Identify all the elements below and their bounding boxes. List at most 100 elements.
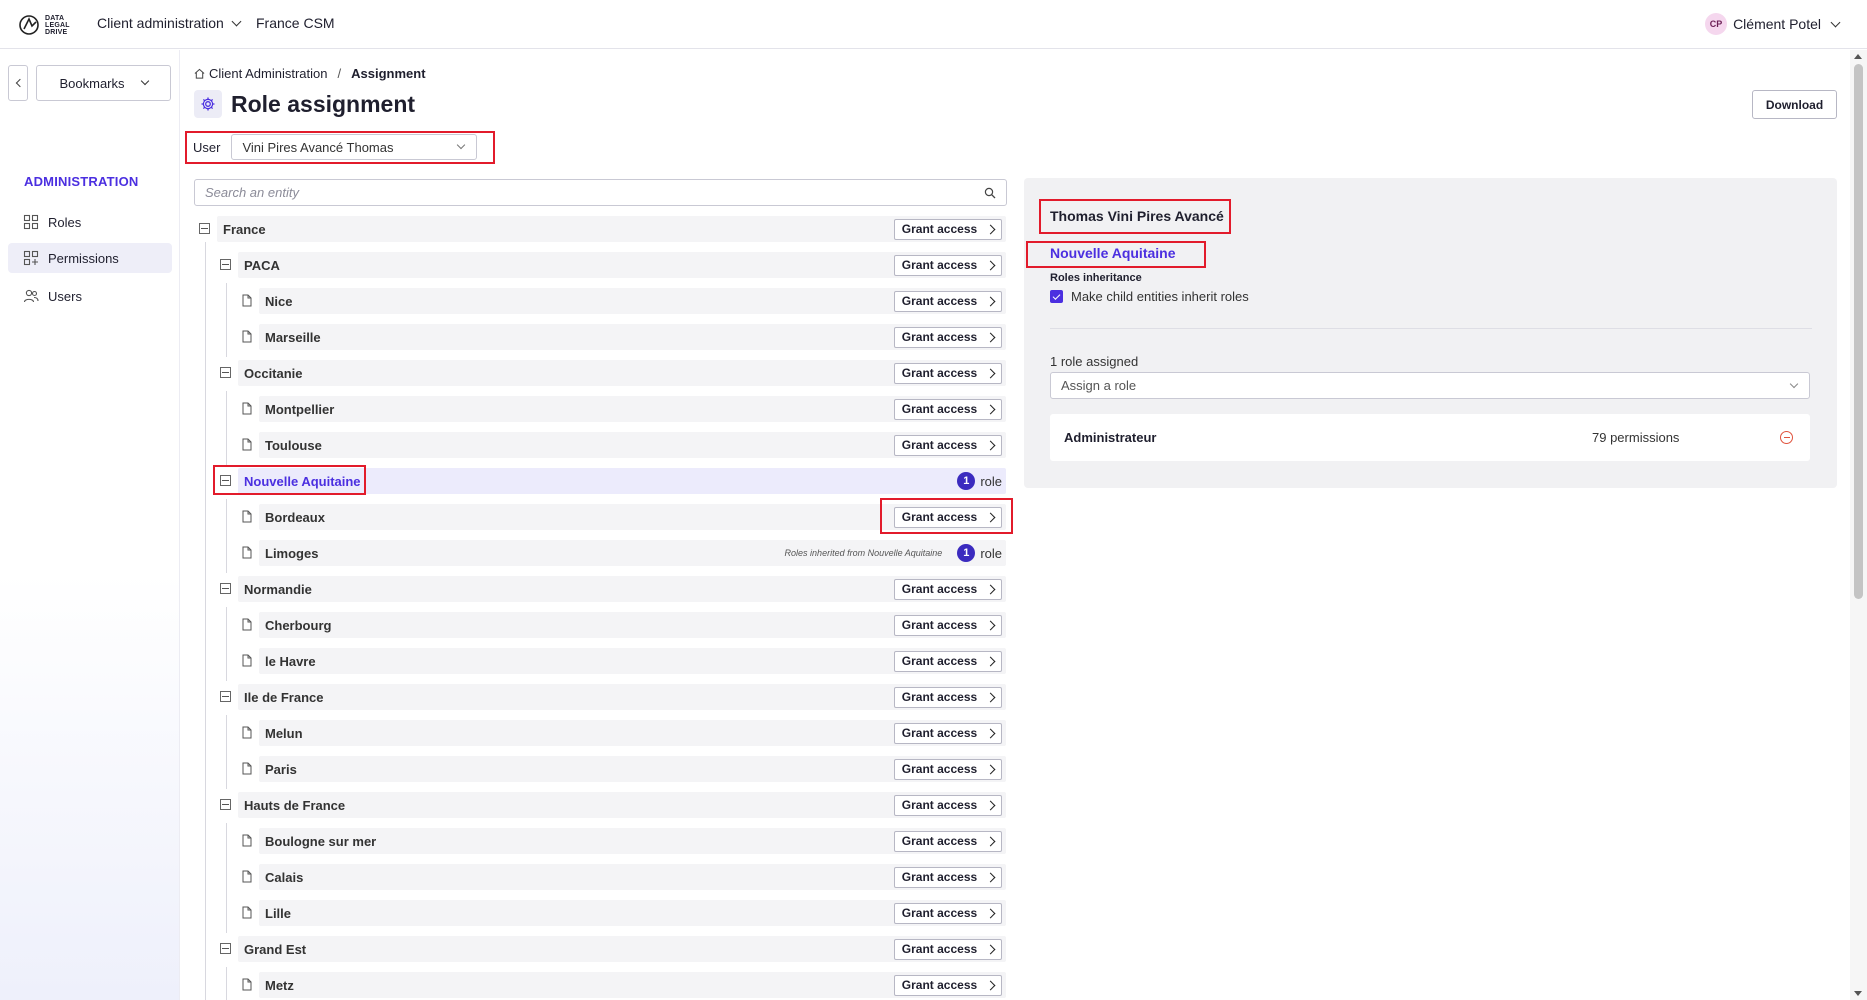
assignment-panel: Thomas Vini Pires Avancé Nouvelle Aquita… xyxy=(1024,178,1837,488)
file-icon xyxy=(242,762,252,775)
grant-access-label: Grant access xyxy=(901,618,978,632)
chevron-right-icon xyxy=(985,908,996,918)
tree-row-limoges[interactable]: Limoges Roles inherited from Nouvelle Aq… xyxy=(259,540,1006,566)
sidebar-item-permissions[interactable]: Permissions xyxy=(8,243,172,273)
tree-row-marseille[interactable]: Marseille Grant access xyxy=(259,324,1006,350)
collapse-toggle-icon[interactable] xyxy=(220,583,231,594)
grant-access-button[interactable]: Grant access xyxy=(894,686,1002,708)
grant-access-button[interactable]: Grant access xyxy=(894,434,1002,456)
sidebar-item-users[interactable]: Users xyxy=(8,281,172,311)
tree-row-france[interactable]: France Grant access xyxy=(217,216,1006,242)
bookmarks-dropdown[interactable]: Bookmarks xyxy=(36,65,171,101)
grant-access-button[interactable]: Grant access xyxy=(894,290,1002,312)
grant-access-button[interactable]: Grant access xyxy=(894,362,1002,384)
remove-role-icon[interactable] xyxy=(1780,431,1793,444)
grant-access-button[interactable]: Grant access xyxy=(894,722,1002,744)
tree-row-montpellier[interactable]: Montpellier Grant access xyxy=(259,396,1006,422)
tree-row-ile-de-france[interactable]: Ile de France Grant access xyxy=(238,684,1006,710)
tree-guide-line xyxy=(226,391,227,465)
divider xyxy=(1050,328,1812,329)
user-select[interactable]: Vini Pires Avancé Thomas xyxy=(231,134,478,160)
logo[interactable]: DATA LEGAL DRIVE xyxy=(18,10,73,40)
file-icon xyxy=(242,726,252,739)
collapse-toggle-icon[interactable] xyxy=(220,799,231,810)
breadcrumb-root-link[interactable]: Client Administration xyxy=(209,66,328,81)
sidebar-item-roles[interactable]: Roles xyxy=(8,207,172,237)
tree-row-bordeaux[interactable]: Bordeaux Grant access xyxy=(259,504,1006,530)
grant-access-button[interactable]: Grant access xyxy=(894,254,1002,276)
grant-access-button[interactable]: Grant access xyxy=(894,506,1002,528)
client-administration-menu[interactable]: Client administration xyxy=(97,15,242,31)
inherited-roles-note: Roles inherited from Nouvelle Aquitaine xyxy=(784,548,943,558)
grant-access-button[interactable]: Grant access xyxy=(894,866,1002,888)
tree-row-metz[interactable]: Metz Grant access xyxy=(259,972,1006,998)
scrollbar-thumb[interactable] xyxy=(1854,64,1863,599)
grant-access-button[interactable]: Grant access xyxy=(894,830,1002,852)
assign-role-select[interactable]: Assign a role xyxy=(1050,372,1810,399)
tree-row-toulouse[interactable]: Toulouse Grant access xyxy=(259,432,1006,458)
tree-row-lille[interactable]: Lille Grant access xyxy=(259,900,1006,926)
grant-access-button[interactable]: Grant access xyxy=(894,614,1002,636)
grant-access-button[interactable]: Grant access xyxy=(894,650,1002,672)
tree-row-cherbourg[interactable]: Cherbourg Grant access xyxy=(259,612,1006,638)
logo-line-1: DATA xyxy=(45,14,65,22)
tree-guide-line xyxy=(226,823,227,933)
scroll-down-icon[interactable] xyxy=(1854,991,1862,996)
download-button[interactable]: Download xyxy=(1752,90,1837,119)
tree-row-melun[interactable]: Melun Grant access xyxy=(259,720,1006,746)
grant-access-label: Grant access xyxy=(901,978,978,992)
collapse-toggle-icon[interactable] xyxy=(220,259,231,270)
collapse-toggle-icon[interactable] xyxy=(220,367,231,378)
collapse-sidebar-button[interactable] xyxy=(8,65,28,101)
grant-access-button[interactable]: Grant access xyxy=(894,218,1002,240)
collapse-toggle-icon[interactable] xyxy=(220,475,231,486)
tree-row-grand-est[interactable]: Grand Est Grant access xyxy=(238,936,1006,962)
collapse-toggle-icon[interactable] xyxy=(220,943,231,954)
chevron-right-icon xyxy=(985,692,996,702)
role-count-badge: 1 xyxy=(957,544,976,562)
tree-row-label: Boulogne sur mer xyxy=(265,833,377,849)
france-csm-link[interactable]: France CSM xyxy=(256,15,335,31)
tree-row-nice[interactable]: Nice Grant access xyxy=(259,288,1006,314)
grant-access-label: Grant access xyxy=(901,798,978,812)
role-count-label: role xyxy=(980,473,1002,489)
chevron-down-icon xyxy=(140,76,149,86)
grid-plus-icon xyxy=(23,250,39,266)
grant-access-button[interactable]: Grant access xyxy=(894,758,1002,780)
tree-row-occitanie[interactable]: Occitanie Grant access xyxy=(238,360,1006,386)
search-icon[interactable] xyxy=(984,187,996,199)
tree-row-paca[interactable]: PACA Grant access xyxy=(238,252,1006,278)
tree-row-paris[interactable]: Paris Grant access xyxy=(259,756,1006,782)
grant-access-label: Grant access xyxy=(901,726,978,740)
grant-access-label: Grant access xyxy=(901,906,978,920)
page-scrollbar[interactable] xyxy=(1850,50,1867,1000)
chevron-right-icon xyxy=(985,404,996,414)
tree-row-le-havre[interactable]: le Havre Grant access xyxy=(259,648,1006,674)
collapse-toggle-icon[interactable] xyxy=(220,691,231,702)
tree-row-label: Paris xyxy=(265,761,297,777)
assigned-role-name: Administrateur xyxy=(1064,430,1157,445)
tree-row-calais[interactable]: Calais Grant access xyxy=(259,864,1006,890)
inherit-roles-label: Make child entities inherit roles xyxy=(1071,289,1249,304)
sidebar-item-label: Permissions xyxy=(48,250,119,266)
search-input[interactable] xyxy=(205,185,905,200)
grant-access-button[interactable]: Grant access xyxy=(894,938,1002,960)
chevron-right-icon xyxy=(985,368,996,378)
collapse-toggle-icon[interactable] xyxy=(199,223,210,234)
grant-access-button[interactable]: Grant access xyxy=(894,578,1002,600)
breadcrumb: Client Administration / Assignment xyxy=(194,66,426,81)
grant-access-button[interactable]: Grant access xyxy=(894,974,1002,996)
tree-row-hauts-de-france[interactable]: Hauts de France Grant access xyxy=(238,792,1006,818)
user-menu[interactable]: CP Clément Potel xyxy=(1705,13,1841,35)
tree-row-nouvelle-aquitaine[interactable]: Nouvelle Aquitaine 1 role xyxy=(238,468,1006,494)
role-assigned-count: 1 role assigned xyxy=(1050,354,1139,369)
top-bar: DATA LEGAL DRIVE Client administration F… xyxy=(0,0,1867,49)
grant-access-button[interactable]: Grant access xyxy=(894,398,1002,420)
scroll-up-icon[interactable] xyxy=(1854,54,1862,59)
grant-access-button[interactable]: Grant access xyxy=(894,794,1002,816)
tree-row-normandie[interactable]: Normandie Grant access xyxy=(238,576,1006,602)
tree-row-boulogne-sur-mer[interactable]: Boulogne sur mer Grant access xyxy=(259,828,1006,854)
grant-access-button[interactable]: Grant access xyxy=(894,902,1002,924)
inherit-roles-checkbox[interactable] xyxy=(1050,290,1063,303)
grant-access-button[interactable]: Grant access xyxy=(894,326,1002,348)
